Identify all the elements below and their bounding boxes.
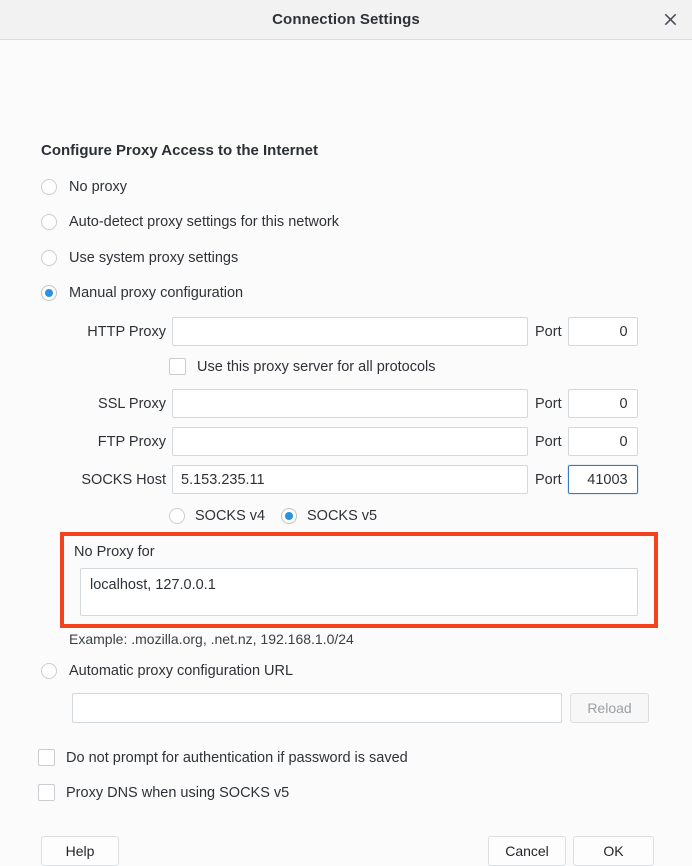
checkbox-label: Do not prompt for authentication if pass… — [66, 749, 408, 766]
cancel-button[interactable]: Cancel — [488, 836, 566, 866]
ftp-port-label: Port — [535, 433, 562, 450]
http-proxy-label: HTTP Proxy — [87, 323, 166, 340]
radio-label: No proxy — [69, 179, 128, 195]
no-auth-prompt-checkbox[interactable]: Do not prompt for authentication if pass… — [38, 749, 408, 766]
pac-url-input[interactable] — [72, 693, 562, 723]
radio-automatic-proxy-url[interactable]: Automatic proxy configuration URL — [41, 663, 293, 679]
radio-label: Use system proxy settings — [69, 250, 239, 266]
checkbox-indicator — [38, 784, 55, 801]
http-proxy-input[interactable] — [172, 317, 528, 346]
no-proxy-label: No Proxy for — [74, 544, 155, 560]
ssl-proxy-label: SSL Proxy — [98, 395, 166, 412]
radio-indicator — [41, 214, 57, 230]
radio-no-proxy[interactable]: No proxy — [41, 179, 127, 195]
radio-socks-v5[interactable]: SOCKS v5 — [281, 508, 377, 524]
use-proxy-for-all-protocols-checkbox[interactable]: Use this proxy server for all protocols — [169, 358, 436, 375]
radio-system-proxy[interactable]: Use system proxy settings — [41, 250, 238, 266]
checkbox-indicator — [169, 358, 186, 375]
dialog-body: Configure Proxy Access to the Internet N… — [0, 40, 692, 866]
ftp-port-input[interactable] — [567, 427, 638, 456]
proxy-dns-socks5-checkbox[interactable]: Proxy DNS when using SOCKS v5 — [38, 784, 289, 801]
ssl-proxy-row: SSL Proxy Port — [83, 389, 638, 418]
radio-indicator — [41, 179, 57, 195]
ok-button[interactable]: OK — [573, 836, 654, 866]
reload-button[interactable]: Reload — [570, 693, 649, 723]
no-proxy-textarea[interactable]: localhost, 127.0.0.1 — [80, 568, 638, 616]
radio-label: SOCKS v5 — [307, 508, 378, 524]
no-proxy-example-text: Example: .mozilla.org, .net.nz, 192.168.… — [69, 631, 354, 647]
radio-indicator — [281, 508, 297, 524]
dialog-title: Connection Settings — [272, 11, 420, 28]
radio-indicator — [169, 508, 185, 524]
radio-socks-v4[interactable]: SOCKS v4 — [169, 508, 265, 524]
checkbox-indicator — [38, 749, 55, 766]
radio-label: Auto-detect proxy settings for this netw… — [69, 214, 339, 230]
socks-host-input[interactable] — [172, 465, 528, 494]
help-button[interactable]: Help — [41, 836, 119, 866]
ssl-proxy-input[interactable] — [172, 389, 528, 418]
page-title: Configure Proxy Access to the Internet — [41, 142, 319, 159]
radio-label: Automatic proxy configuration URL — [69, 663, 294, 679]
radio-indicator — [41, 250, 57, 266]
socks-host-label: SOCKS Host — [81, 471, 166, 488]
dialog-titlebar: Connection Settings — [0, 0, 692, 40]
radio-manual-proxy[interactable]: Manual proxy configuration — [41, 285, 243, 301]
radio-label: SOCKS v4 — [195, 508, 266, 524]
checkbox-label: Proxy DNS when using SOCKS v5 — [66, 784, 290, 801]
http-proxy-row: HTTP Proxy Port — [83, 317, 638, 346]
http-port-input[interactable] — [567, 317, 638, 346]
radio-label: Manual proxy configuration — [69, 285, 244, 301]
ssl-port-input[interactable] — [567, 389, 638, 418]
socks-port-input[interactable] — [567, 465, 638, 494]
http-port-label: Port — [535, 323, 562, 340]
socks-port-label: Port — [535, 471, 562, 488]
radio-auto-detect-proxy[interactable]: Auto-detect proxy settings for this netw… — [41, 214, 339, 230]
socks-host-row: SOCKS Host Port — [75, 465, 638, 494]
radio-indicator — [41, 285, 57, 301]
ftp-proxy-input[interactable] — [172, 427, 528, 456]
checkbox-label: Use this proxy server for all protocols — [197, 358, 436, 375]
close-icon[interactable] — [656, 6, 684, 34]
ftp-proxy-label: FTP Proxy — [97, 433, 166, 450]
ssl-port-label: Port — [535, 395, 562, 412]
radio-indicator — [41, 663, 57, 679]
ftp-proxy-row: FTP Proxy Port — [83, 427, 638, 456]
no-proxy-highlight-box: No Proxy for localhost, 127.0.0.1 — [60, 532, 658, 628]
